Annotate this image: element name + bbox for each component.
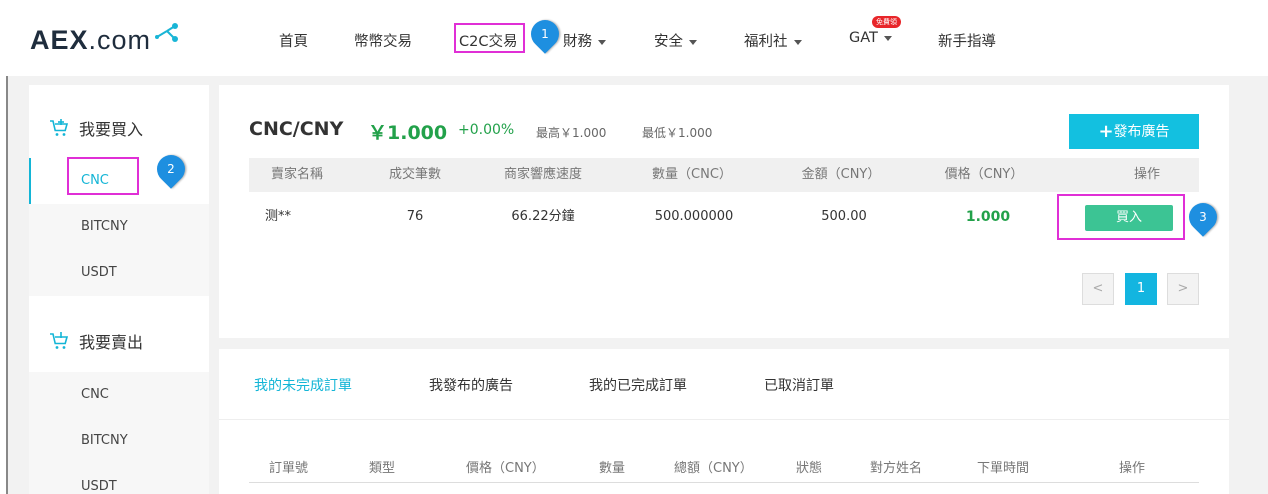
nav-gat-label: GAT: [849, 30, 878, 46]
sidebar-sell-usdt[interactable]: USDT: [29, 464, 209, 494]
col-order-no: 訂單號: [269, 461, 309, 476]
nav-welfare[interactable]: 福利社: [744, 30, 802, 50]
col-amount: 數量（CNC）: [652, 167, 732, 182]
caret-down-icon: [883, 35, 892, 41]
cell-price: 1.000: [965, 209, 1011, 225]
nav-security[interactable]: 安全: [654, 30, 697, 50]
caret-down-icon: [793, 39, 802, 45]
publish-ad-label: 發布廣告: [1113, 124, 1170, 140]
col-speed: 商家響應速度: [503, 167, 582, 182]
tab-my-ads[interactable]: 我發布的廣告: [429, 375, 513, 395]
pagination-next[interactable]: >: [1167, 273, 1199, 305]
nav-finance-label: 財務: [563, 34, 592, 50]
cart-plus-icon: [50, 119, 69, 136]
tab-cancelled-orders[interactable]: 已取消訂單: [764, 375, 834, 395]
cell-amount: 500.000000: [654, 209, 734, 224]
highlight-box-cnc: [67, 157, 139, 195]
sidebar-buy-usdt[interactable]: USDT: [29, 250, 209, 296]
cart-minus-icon: [50, 332, 69, 349]
plus-icon: +: [1098, 121, 1114, 142]
buy-section-title: 我要買入: [49, 116, 143, 140]
col-order-time: 下單時間: [977, 461, 1030, 476]
tab-divider: [219, 419, 1229, 420]
orders-header-divider: [249, 482, 1199, 483]
cell-total: 500.00: [821, 209, 867, 224]
col-order-action: 操作: [1119, 461, 1146, 476]
col-price: 價格（CNY）: [944, 167, 1024, 182]
nav-security-label: 安全: [654, 34, 683, 50]
step-marker-1: 1: [525, 14, 565, 54]
col-order-total: 總額（CNY）: [674, 461, 753, 476]
nav-gat[interactable]: GAT: [849, 30, 892, 50]
col-action: 操作: [1133, 167, 1160, 182]
highlight-box-c2c: [454, 23, 525, 53]
top-header: AEX.com 首頁 幣幣交易 C2C交易 財務 安全 福利社 GAT 免費領 …: [0, 0, 1268, 76]
trading-pair: CNC/CNY: [249, 118, 344, 140]
step-marker-3-label: 3: [1199, 210, 1207, 224]
ads-table-header: 賣家名稱 成交筆數 商家響應速度 數量（CNC） 金額（CNY） 價格（CNY）…: [249, 158, 1199, 192]
nav-welfare-label: 福利社: [744, 34, 788, 50]
sell-section-title: 我要賣出: [49, 329, 143, 353]
highlight-box-buy: [1057, 194, 1185, 240]
sidebar: 我要買入 CNC BITCNY USDT 我要賣出 CNC BITCNY USD…: [29, 85, 209, 494]
col-order-price: 價格（CNY）: [466, 461, 545, 476]
publish-ad-button[interactable]: +發布廣告: [1069, 114, 1199, 149]
cell-trades: 76: [406, 209, 424, 224]
nav-spot-trading[interactable]: 幣幣交易: [354, 30, 412, 50]
sell-section-label: 我要賣出: [79, 333, 144, 352]
caret-down-icon: [689, 39, 697, 45]
nav-home[interactable]: 首頁: [279, 30, 308, 50]
col-trades: 成交筆數: [388, 167, 441, 182]
sidebar-sell-bitcny[interactable]: BITCNY: [29, 418, 209, 464]
sidebar-buy-bitcny[interactable]: BITCNY: [29, 204, 209, 250]
orders-panel: 我的未完成訂單 我發布的廣告 我的已完成訂單 已取消訂單 訂單號 類型 價格（C…: [219, 349, 1229, 494]
free-badge: 免費領: [872, 16, 901, 28]
pagination-prev[interactable]: <: [1082, 273, 1114, 305]
col-total: 金額（CNY）: [801, 167, 881, 182]
pagination-page-1[interactable]: 1: [1125, 273, 1157, 305]
current-price: ￥1.000: [368, 122, 448, 144]
main-nav: 首頁 幣幣交易 C2C交易 財務 安全 福利社 GAT 免費領 新手指導: [0, 0, 1268, 76]
col-counterparty: 對方姓名: [870, 461, 923, 476]
step-marker-3: 3: [1183, 197, 1223, 237]
sidebar-spacer: [29, 296, 209, 328]
step-marker-2: 2: [151, 149, 191, 189]
cell-seller: 测**: [265, 209, 292, 224]
col-status: 狀態: [796, 461, 823, 476]
nav-finance[interactable]: 財務: [563, 30, 606, 50]
sidebar-sell-cnc[interactable]: CNC: [29, 372, 209, 418]
nav-beginner-guide[interactable]: 新手指導: [938, 30, 996, 50]
price-change: +0.00%: [458, 122, 515, 138]
col-seller: 賣家名稱: [270, 167, 323, 182]
step-marker-2-label: 2: [167, 162, 175, 176]
tab-open-orders[interactable]: 我的未完成訂單: [254, 375, 352, 395]
price-high: 最高￥1.000: [536, 126, 607, 140]
buy-section-label: 我要買入: [79, 120, 144, 139]
price-low: 最低￥1.000: [642, 126, 713, 140]
cell-speed: 66.22分鐘: [511, 209, 575, 224]
col-quantity: 數量: [599, 461, 626, 476]
tab-completed-orders[interactable]: 我的已完成訂單: [589, 375, 687, 395]
col-type: 類型: [369, 461, 396, 476]
step-marker-1-label: 1: [541, 27, 549, 41]
caret-down-icon: [598, 39, 606, 45]
